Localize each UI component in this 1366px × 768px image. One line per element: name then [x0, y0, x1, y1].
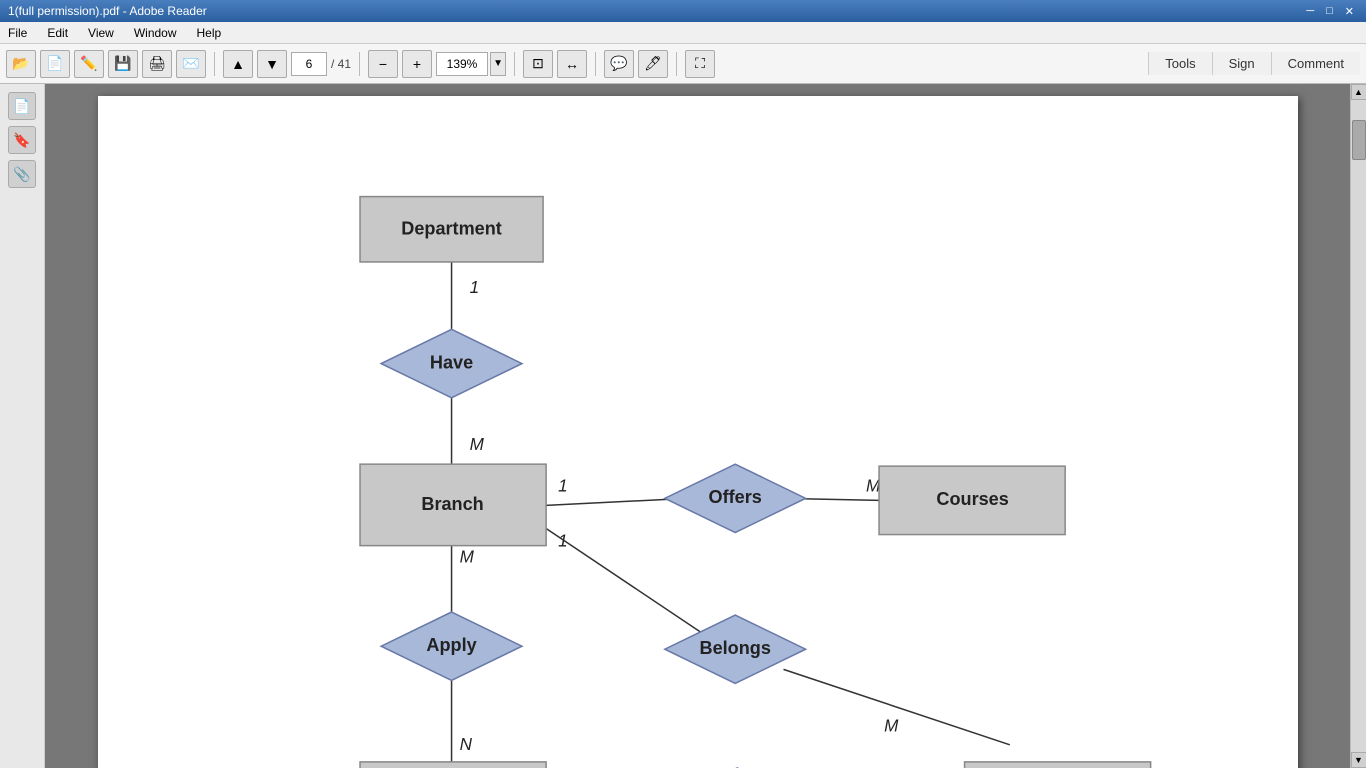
card-apply-applicant: N [459, 735, 472, 754]
relation-have-label: Have [429, 352, 472, 372]
pdf-page: 1 M 1 M M 1 N M 1 1 Department Have Bran… [98, 96, 1298, 768]
next-page-button[interactable]: ▼ [257, 50, 287, 78]
card-branch-belongs: 1 [558, 532, 568, 551]
close-button[interactable]: ✕ [1341, 5, 1358, 18]
pdf-content-area: 1 M 1 M M 1 N M 1 1 Department Have Bran… [45, 84, 1350, 768]
card-dept-have: 1 [469, 278, 479, 297]
menu-file[interactable]: File [4, 24, 31, 42]
prev-page-button[interactable]: ▲ [223, 50, 253, 78]
sign-button[interactable]: Sign [1212, 52, 1271, 75]
left-sidebar: 📄 🔖 📎 [0, 84, 45, 768]
save-button[interactable]: 💾 [108, 50, 138, 78]
relation-belongs-label: Belongs [699, 638, 770, 658]
menu-window[interactable]: Window [130, 24, 181, 42]
print-button[interactable]: 🖨 [142, 50, 172, 78]
attachment-panel-icon[interactable]: 📎 [8, 160, 36, 188]
minimize-button[interactable]: ─ [1302, 5, 1318, 18]
zoom-out-button[interactable]: − [368, 50, 398, 78]
er-diagram: 1 M 1 M M 1 N M 1 1 Department Have Bran… [98, 96, 1298, 768]
page-panel-icon[interactable]: 📄 [8, 92, 36, 120]
relation-offers-label: Offers [708, 487, 761, 507]
scroll-thumb[interactable] [1352, 120, 1366, 160]
fill-sign-button[interactable]: ✏️ [74, 50, 104, 78]
fit-width-button[interactable]: ↔ [557, 50, 587, 78]
fullscreen-button[interactable]: ⛶ [685, 50, 715, 78]
entity-courses-label: Courses [936, 489, 1008, 509]
card-branch-offers: 1 [558, 476, 568, 495]
page-number-input[interactable]: 6 [291, 52, 327, 76]
title-bar: 1(full permission).pdf - Adobe Reader ─ … [0, 0, 1366, 22]
page-total: / 41 [331, 57, 351, 71]
toolbar-right-buttons: Tools Sign Comment [1148, 52, 1360, 75]
window-controls[interactable]: ─ □ ✕ [1302, 5, 1358, 18]
card-belongs-student: M [884, 717, 899, 736]
open-file-button[interactable]: 📄 [40, 50, 70, 78]
window-title: 1(full permission).pdf - Adobe Reader [8, 4, 207, 18]
menu-bar: File Edit View Window Help [0, 22, 1366, 44]
open-button[interactable]: 📂 [6, 50, 36, 78]
separator-4 [595, 52, 596, 76]
comment-panel-button[interactable]: Comment [1271, 52, 1360, 75]
email-button[interactable]: ✉️ [176, 50, 206, 78]
card-have-branch: M [469, 435, 484, 454]
entity-branch-label: Branch [421, 494, 483, 514]
scroll-down-button[interactable]: ▼ [1351, 752, 1366, 768]
entity-department-label: Department [401, 219, 502, 239]
separator-2 [359, 52, 360, 76]
highlight-button[interactable]: 🖊 [638, 50, 668, 78]
entity-student [964, 762, 1150, 768]
menu-help[interactable]: Help [193, 24, 226, 42]
comment-button[interactable]: 💬 [604, 50, 634, 78]
restore-button[interactable]: □ [1322, 5, 1337, 18]
bookmark-panel-icon[interactable]: 🔖 [8, 126, 36, 154]
relation-apply-label: Apply [426, 635, 476, 655]
toolbar: 📂 📄 ✏️ 💾 🖨 ✉️ ▲ ▼ 6 / 41 − + 139% ▼ ⊡ ↔ … [0, 44, 1366, 84]
zoom-dropdown-button[interactable]: ▼ [490, 52, 506, 76]
zoom-input[interactable]: 139% [436, 52, 488, 76]
scroll-up-button[interactable]: ▲ [1351, 84, 1366, 100]
line-branch-belongs [546, 529, 723, 648]
zoom-control[interactable]: 139% ▼ [436, 52, 506, 76]
zoom-in-button[interactable]: + [402, 50, 432, 78]
menu-view[interactable]: View [84, 24, 118, 42]
scroll-bar-right[interactable]: ▲ ▼ [1350, 84, 1366, 768]
tools-button[interactable]: Tools [1148, 52, 1211, 75]
fit-page-button[interactable]: ⊡ [523, 50, 553, 78]
separator-1 [214, 52, 215, 76]
menu-edit[interactable]: Edit [43, 24, 72, 42]
card-branch-apply: M [459, 548, 474, 567]
main-layout: 📄 🔖 📎 [0, 84, 1366, 768]
scroll-track [1351, 100, 1366, 752]
entity-applicant [360, 762, 546, 768]
separator-3 [514, 52, 515, 76]
separator-5 [676, 52, 677, 76]
